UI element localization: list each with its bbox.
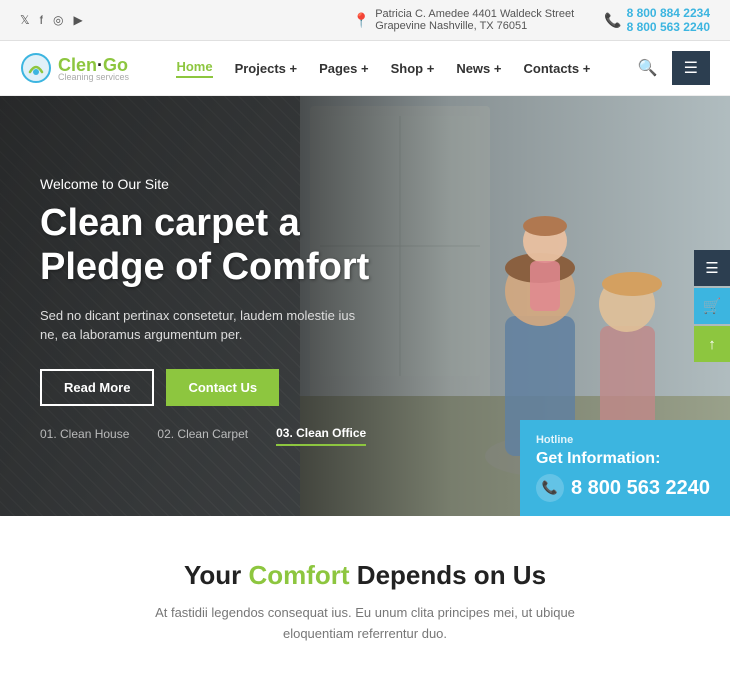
phone1: 8 800 884 2234 (627, 6, 710, 20)
twitter-icon[interactable]: 𝕏 (20, 13, 30, 27)
nav-home[interactable]: Home (176, 59, 212, 78)
hero-title: Clean carpet a Pledge of Comfort (40, 202, 370, 289)
phone-block: 📞 8 800 884 2234 8 800 563 2240 (604, 6, 710, 34)
hotline-title: Get Information: (536, 450, 710, 468)
nav-right: 🔍 ☰ (638, 51, 710, 85)
nav-pages[interactable]: Pages + (319, 61, 369, 76)
menu-button[interactable]: ☰ (672, 51, 710, 85)
navbar: Clen·Go Cleaning services Home Projects … (0, 41, 730, 96)
nav-projects[interactable]: Projects + (235, 61, 298, 76)
hero-title-line1: Clean carpet a (40, 202, 300, 244)
address-text: Patricia C. Amedee 4401 Waldeck Street G… (375, 8, 574, 32)
phone2: 8 800 563 2240 (627, 20, 710, 34)
youtube-icon[interactable]: ▶ (74, 13, 83, 27)
comfort-section: Your Comfort Depends on Us At fastidii l… (0, 516, 730, 675)
comfort-title-end: Depends on Us (350, 560, 546, 590)
nav-shop[interactable]: Shop + (391, 61, 435, 76)
hotline-phone-icon: 📞 (536, 474, 564, 502)
slide-item-2[interactable]: 02. Clean Carpet (157, 427, 248, 445)
hero-title-line2: Pledge of Comfort (40, 246, 369, 288)
nav-news[interactable]: News + (456, 61, 501, 76)
location-icon: 📍 (353, 12, 370, 29)
logo-icon (20, 52, 52, 84)
floating-right-icons: ☰ 🛒 ↑ (694, 250, 730, 362)
hero-section: Welcome to Our Site Clean carpet a Pledg… (0, 96, 730, 516)
social-links: 𝕏 f ◎ ▶ (20, 13, 83, 27)
address-line1: Patricia C. Amedee 4401 Waldeck Street (375, 8, 574, 20)
comfort-title-highlight: Comfort (248, 560, 349, 590)
logo-sub: Cleaning services (58, 72, 129, 82)
comfort-subtitle: At fastidii legendos consequat ius. Eu u… (135, 603, 595, 645)
address-line2: Grapevine Nashville, TX 76051 (375, 20, 574, 32)
float-up-icon[interactable]: ↑ (694, 326, 730, 362)
hotline-label: Hotline (536, 434, 710, 446)
search-icon[interactable]: 🔍 (638, 58, 658, 78)
top-bar: 𝕏 f ◎ ▶ 📍 Patricia C. Amedee 4401 Waldec… (0, 0, 730, 41)
comfort-title: Your Comfort Depends on Us (20, 560, 710, 591)
float-cart-icon[interactable]: 🛒 (694, 288, 730, 324)
hero-subtitle: Sed no dicant pertinax consetetur, laude… (40, 306, 370, 345)
contact-us-button[interactable]: Contact Us (166, 369, 279, 406)
facebook-icon[interactable]: f (40, 13, 43, 27)
nav-links: Home Projects + Pages + Shop + News + Co… (176, 59, 590, 78)
nav-contacts[interactable]: Contacts + (523, 61, 590, 76)
hotline-number: 📞 8 800 563 2240 (536, 474, 710, 502)
instagram-icon[interactable]: ◎ (53, 13, 63, 27)
logo: Clen·Go Cleaning services (20, 52, 129, 84)
hero-buttons: Read More Contact Us (40, 369, 370, 406)
slide-indicators: 01. Clean House 02. Clean Carpet 03. Cle… (40, 426, 366, 446)
hero-welcome: Welcome to Our Site (40, 176, 370, 192)
phone-icon: 📞 (604, 12, 621, 29)
comfort-title-plain: Your (184, 560, 249, 590)
hotline-number-text: 8 800 563 2240 (571, 477, 710, 500)
float-menu-icon[interactable]: ☰ (694, 250, 730, 286)
hotline-box: Hotline Get Information: 📞 8 800 563 224… (520, 420, 730, 516)
slide-item-1[interactable]: 01. Clean House (40, 427, 129, 445)
slide-item-3[interactable]: 03. Clean Office (276, 426, 366, 446)
read-more-button[interactable]: Read More (40, 369, 154, 406)
phone-numbers: 8 800 884 2234 8 800 563 2240 (627, 6, 710, 34)
hero-content: Welcome to Our Site Clean carpet a Pledg… (0, 176, 410, 435)
contact-info: 📍 Patricia C. Amedee 4401 Waldeck Street… (353, 6, 710, 34)
address-block: 📍 Patricia C. Amedee 4401 Waldeck Street… (353, 8, 574, 32)
